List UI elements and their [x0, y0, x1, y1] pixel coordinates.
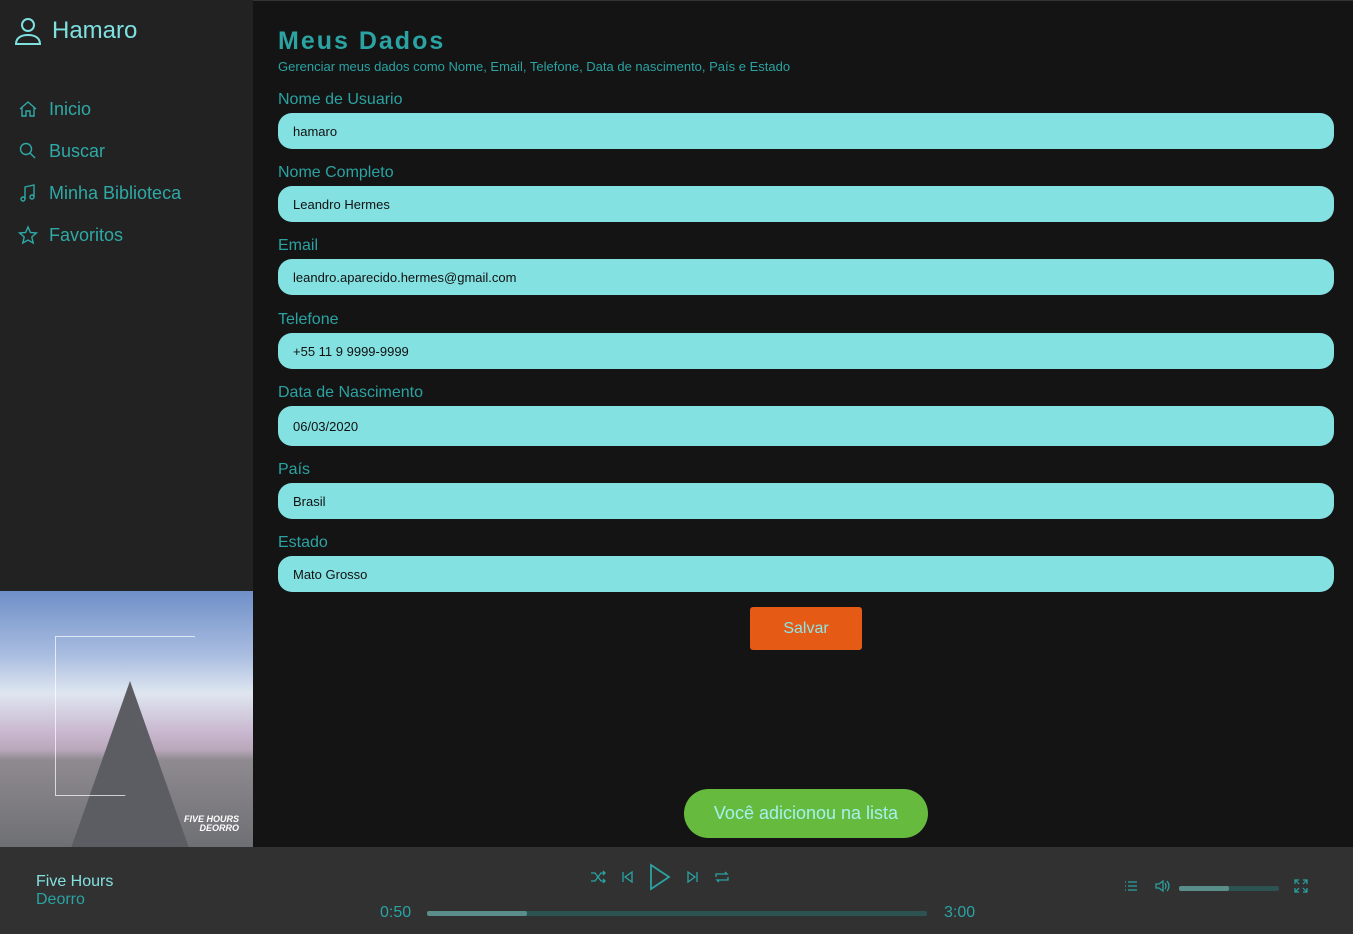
state-input[interactable]	[278, 556, 1334, 592]
country-field: País	[278, 461, 1334, 519]
email-field: Email	[278, 237, 1334, 295]
home-icon	[19, 101, 37, 117]
brand-name: Hamaro	[52, 17, 138, 44]
birthdate-input[interactable]	[278, 406, 1334, 446]
playback-controls	[590, 863, 730, 891]
progress-fill	[427, 911, 527, 916]
field-label: Email	[278, 237, 319, 254]
sidebar-item-label: Buscar	[49, 140, 106, 161]
sidebar-item-biblioteca[interactable]: Minha Biblioteca	[18, 172, 181, 214]
track-artist[interactable]: Deorro	[36, 891, 113, 909]
fullname-field: Nome Completo	[278, 164, 1334, 222]
sidebar-item-inicio[interactable]: Inicio	[18, 88, 181, 130]
email-input[interactable]	[278, 259, 1334, 295]
phone-input[interactable]	[278, 333, 1334, 369]
next-icon[interactable]	[686, 870, 700, 884]
save-button[interactable]: Salvar	[750, 607, 862, 650]
page-subtitle: Gerenciar meus dados como Nome, Email, T…	[278, 59, 791, 74]
username-input[interactable]	[278, 113, 1334, 149]
user-profile[interactable]: Hamaro	[14, 16, 137, 46]
field-label: Estado	[278, 534, 328, 551]
country-input[interactable]	[278, 483, 1334, 519]
album-art: FIVE HOURS DEORRO	[0, 591, 253, 847]
player-bar: Five Hours Deorro 0:50 3:00	[0, 847, 1353, 934]
sidebar-item-favoritos[interactable]: Favoritos	[18, 214, 181, 256]
duration: 3:00	[944, 904, 976, 921]
sidebar-item-label: Inicio	[49, 98, 92, 119]
sidebar-item-label: Favoritos	[49, 224, 124, 245]
queue-icon[interactable]	[1124, 879, 1138, 893]
now-playing: Five Hours Deorro	[36, 873, 113, 909]
sidebar-item-buscar[interactable]: Buscar	[18, 130, 181, 172]
repeat-icon[interactable]	[714, 870, 730, 884]
progress-bar[interactable]	[427, 911, 927, 916]
music-note-icon	[20, 184, 35, 202]
field-label: Telefone	[278, 311, 339, 328]
sidebar-item-label: Minha Biblioteca	[49, 182, 182, 203]
username-field: Nome de Usuario	[278, 91, 1334, 149]
play-icon[interactable]	[648, 863, 672, 891]
sidebar-nav: Inicio Buscar Minha Biblioteca Favoritos	[18, 88, 181, 256]
page-title: Meus Dados	[278, 27, 446, 55]
search-icon	[19, 142, 36, 159]
field-label: País	[278, 461, 311, 478]
star-icon	[18, 225, 38, 245]
field-label: Nome de Usuario	[278, 91, 403, 108]
sidebar: Hamaro Inicio Buscar Minha Biblioteca Fa…	[0, 0, 253, 847]
user-icon	[14, 18, 42, 45]
album-caption: FIVE HOURS DEORRO	[183, 814, 239, 833]
fullscreen-icon[interactable]	[1294, 879, 1308, 893]
phone-field: Telefone	[278, 311, 1334, 369]
birthdate-field: Data de Nascimento	[278, 384, 1334, 446]
state-field: Estado	[278, 534, 1334, 592]
fullname-input[interactable]	[278, 186, 1334, 222]
toast-notification: Você adicionou na lista	[684, 789, 928, 838]
previous-icon[interactable]	[620, 870, 634, 884]
track-title: Five Hours	[36, 873, 114, 890]
volume-icon[interactable]	[1155, 879, 1171, 893]
volume-fill	[1179, 886, 1229, 891]
current-time: 0:50	[380, 904, 412, 921]
field-label: Data de Nascimento	[278, 384, 423, 401]
field-label: Nome Completo	[278, 164, 394, 181]
volume-slider[interactable]	[1179, 886, 1279, 891]
shuffle-icon[interactable]	[590, 870, 606, 884]
main-content: Meus Dados Gerenciar meus dados como Nom…	[253, 0, 1353, 847]
